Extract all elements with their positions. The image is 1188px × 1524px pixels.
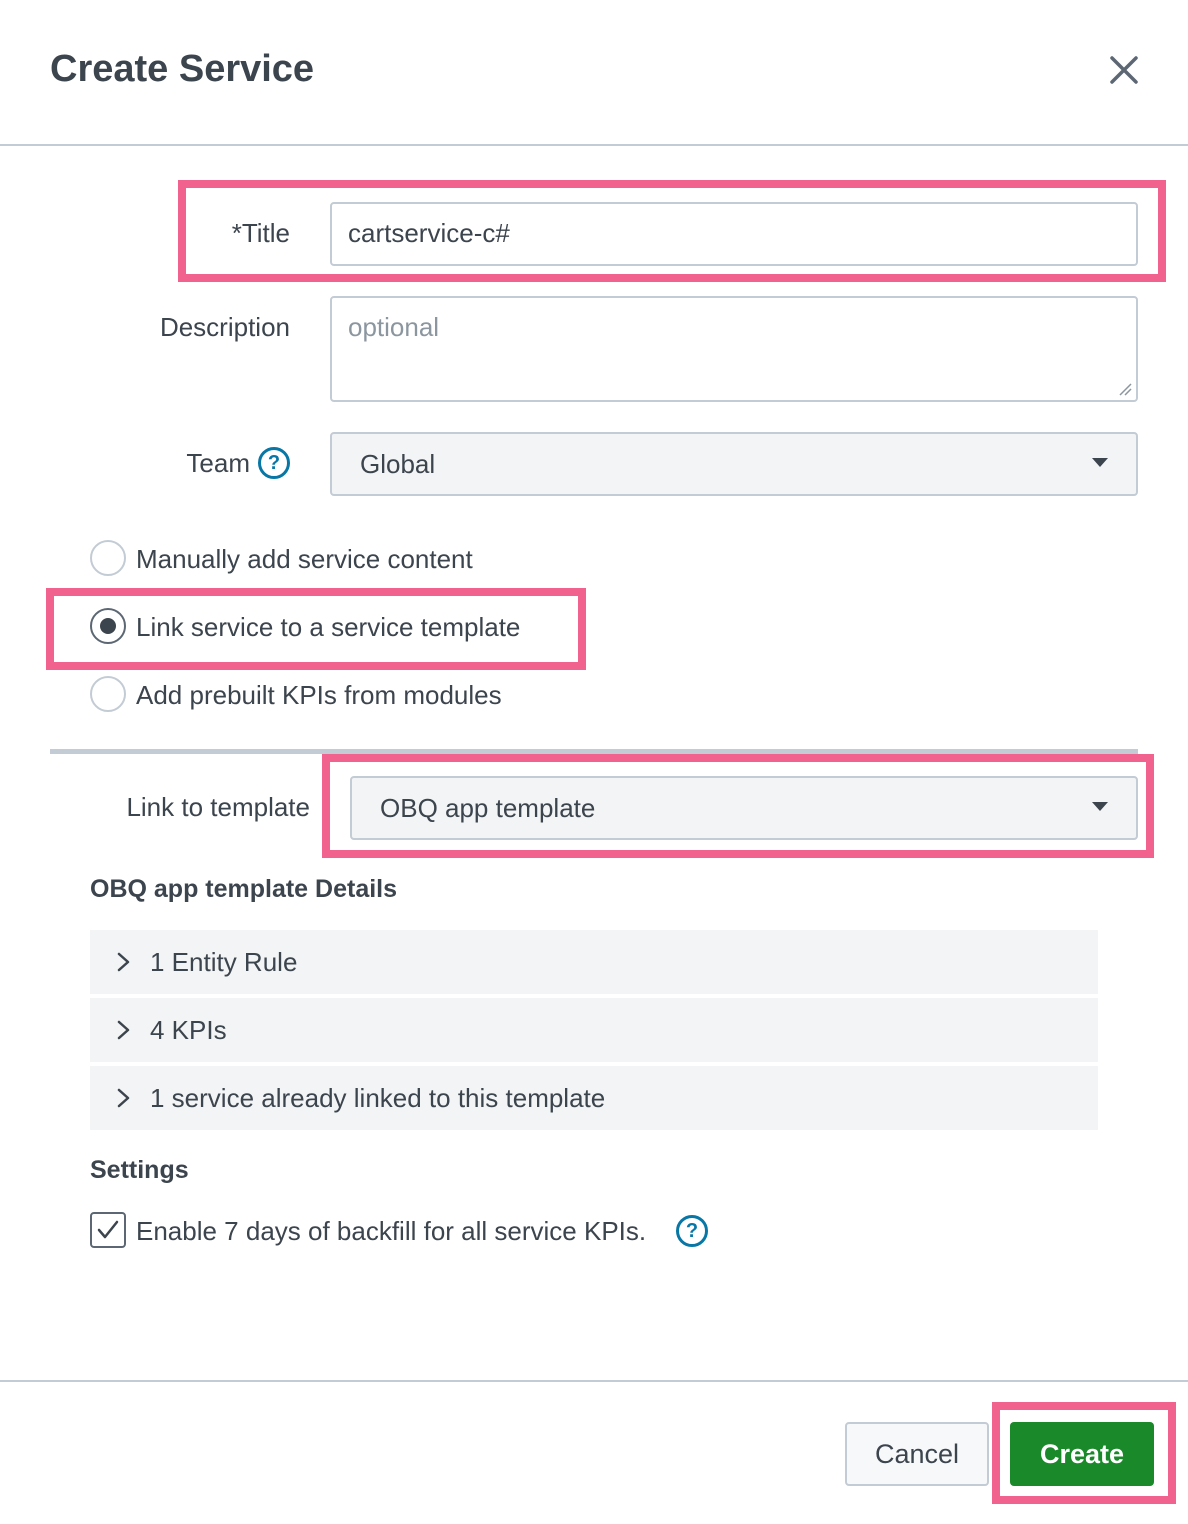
title-input-value: cartservice-c#	[348, 218, 510, 248]
description-placeholder: optional	[348, 312, 440, 342]
template-select-value: OBQ app template	[380, 793, 596, 823]
accordion-kpis[interactable]: 4 KPIs	[90, 998, 1098, 1062]
section-divider	[50, 749, 1138, 754]
team-select[interactable]: Global	[330, 432, 1138, 496]
cancel-button[interactable]: Cancel	[845, 1422, 989, 1486]
settings-title: Settings	[90, 1156, 189, 1184]
template-select[interactable]: OBQ app template	[350, 776, 1138, 840]
chevron-right-icon	[117, 952, 130, 972]
modal-header: Create Service	[0, 0, 1188, 146]
close-icon[interactable]	[1100, 46, 1148, 94]
checkmark-icon	[97, 1220, 119, 1239]
description-label: Description	[159, 312, 290, 342]
link-template-label: Link to template	[126, 792, 310, 822]
description-textarea[interactable]: optional	[330, 296, 1138, 402]
accordion-entity-rules[interactable]: 1 Entity Rule	[90, 930, 1098, 994]
chevron-right-icon	[117, 1020, 130, 1040]
accordion-label: 1 service already linked to this templat…	[150, 1083, 606, 1113]
title-label: *Title	[231, 218, 290, 248]
radio-link-template[interactable]	[90, 608, 126, 644]
resize-handle-icon[interactable]	[1118, 382, 1132, 396]
accordion-label: 4 KPIs	[150, 1015, 227, 1045]
team-label: Team	[186, 448, 250, 478]
radio-manual-content[interactable]	[90, 540, 126, 576]
backfill-checkbox[interactable]	[90, 1212, 126, 1248]
backfill-label[interactable]: Enable 7 days of backfill for all servic…	[136, 1216, 646, 1247]
chevron-right-icon	[117, 1088, 130, 1108]
radio-prebuilt-kpis[interactable]	[90, 676, 126, 712]
title-input[interactable]: cartservice-c#	[330, 202, 1138, 266]
create-button[interactable]: Create	[1010, 1422, 1154, 1486]
modal-title: Create Service	[50, 48, 315, 90]
team-select-value: Global	[360, 449, 436, 479]
template-details-title: OBQ app template Details	[90, 875, 398, 903]
accordion-label: 1 Entity Rule	[150, 947, 298, 977]
footer-divider	[0, 1380, 1188, 1382]
radio-link-template-label[interactable]: Link service to a service template	[136, 612, 520, 643]
radio-manual-content-label[interactable]: Manually add service content	[136, 544, 473, 575]
help-icon[interactable]: ?	[676, 1215, 708, 1247]
help-icon[interactable]: ?	[258, 447, 290, 479]
radio-prebuilt-kpis-label[interactable]: Add prebuilt KPIs from modules	[136, 680, 502, 711]
dropdown-caret-icon	[1092, 458, 1108, 467]
dropdown-caret-icon	[1092, 802, 1108, 811]
accordion-linked-services[interactable]: 1 service already linked to this templat…	[90, 1066, 1098, 1130]
